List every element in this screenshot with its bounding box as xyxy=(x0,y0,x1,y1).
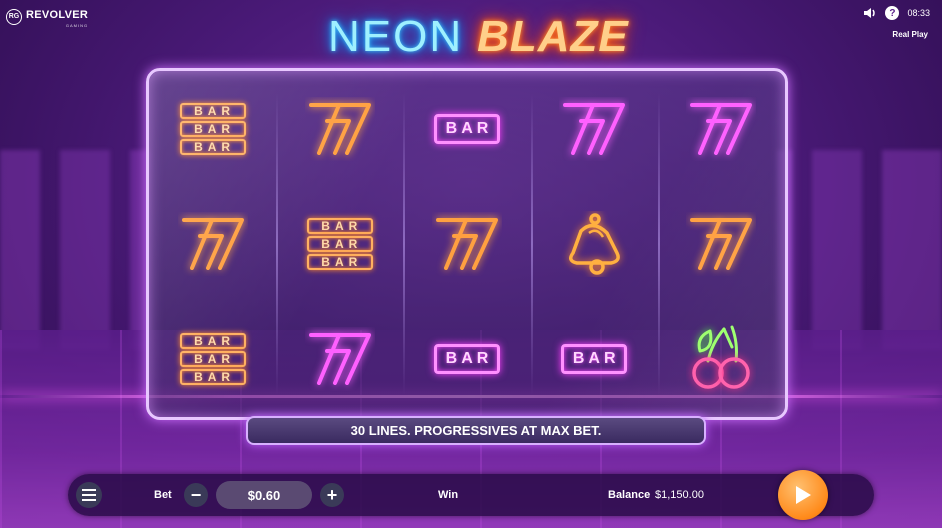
brand-name: REVOLVER xyxy=(26,9,89,21)
reel-4: BAR xyxy=(530,71,658,417)
orange-seven-symbol xyxy=(432,212,502,276)
reel-cell: BAR xyxy=(403,302,530,417)
play-icon xyxy=(796,486,811,504)
bar-text: BAR xyxy=(179,138,246,155)
bet-decrease-button[interactable]: − xyxy=(184,483,208,507)
reel-cell xyxy=(403,186,530,301)
play-mode-label: Real Play xyxy=(892,30,928,39)
game-title: NEON BLAZE xyxy=(328,12,629,62)
pink-seven-symbol xyxy=(305,327,375,391)
reel-5 xyxy=(657,71,785,417)
reel-cell xyxy=(658,71,785,186)
brand-sub: GAMING xyxy=(65,23,89,28)
spin-button[interactable] xyxy=(778,470,828,520)
bar-text: BAR xyxy=(179,102,246,119)
bet-value: $0.60 xyxy=(216,481,312,509)
bar-text: BAR xyxy=(306,235,373,252)
control-bar: Bet − $0.60 + Win Balance $1,150.00 xyxy=(68,470,874,520)
reel-3: BAR BAR xyxy=(403,71,530,417)
reel-1: BAR BAR BAR BAR BAR BAR xyxy=(149,71,276,417)
reel-cell xyxy=(531,186,658,301)
bar-text: BAR xyxy=(179,351,246,368)
bar-text: BAR xyxy=(306,253,373,270)
info-banner: 30 LINES. PROGRESSIVES AT MAX BET. xyxy=(246,416,706,445)
help-icon[interactable]: ? xyxy=(885,6,900,20)
reel-cell xyxy=(276,302,403,417)
reel-cell: BAR xyxy=(403,71,530,186)
speaker-icon[interactable] xyxy=(863,7,877,19)
reel-cell: BAR BAR BAR xyxy=(149,71,276,186)
reel-cell xyxy=(658,186,785,301)
cherry-symbol xyxy=(686,323,756,395)
single-bar-symbol: BAR xyxy=(434,113,500,144)
balance-label: Balance xyxy=(608,489,651,501)
bet-increase-button[interactable]: + xyxy=(320,483,344,507)
pink-seven-symbol xyxy=(686,97,756,161)
reel-cell: BAR BAR BAR xyxy=(276,186,403,301)
triple-bar-symbol: BAR BAR BAR xyxy=(306,217,373,270)
win-label: Win xyxy=(438,489,459,501)
orange-seven-symbol xyxy=(686,212,756,276)
bar-text: BAR xyxy=(179,369,246,386)
triple-bar-symbol: BAR BAR BAR xyxy=(179,333,246,386)
menu-button[interactable] xyxy=(76,482,102,508)
hamburger-icon xyxy=(82,489,96,501)
title-part-2: BLAZE xyxy=(477,12,629,61)
reel-cell xyxy=(531,71,658,186)
bar-text: BAR xyxy=(179,120,246,137)
reel-cell xyxy=(276,71,403,186)
pink-seven-symbol xyxy=(559,97,629,161)
brand-badge: RG xyxy=(6,8,22,25)
orange-seven-symbol xyxy=(305,97,375,161)
bar-text: BAR xyxy=(306,217,373,234)
reel-cell xyxy=(658,302,785,417)
balance-value: $1,150.00 xyxy=(655,489,704,501)
bar-text: BAR xyxy=(179,333,246,350)
reel-frame: BAR BAR BAR BAR BAR BAR BAR BAR BAR BAR BAR xyxy=(146,68,788,420)
reels-grid: BAR BAR BAR BAR BAR BAR BAR BAR BAR BAR BAR xyxy=(149,71,785,417)
reel-2: BAR BAR BAR xyxy=(276,71,403,417)
single-bar-symbol: BAR xyxy=(561,344,628,375)
reel-cell: BAR xyxy=(531,302,658,417)
reel-cell xyxy=(149,186,276,301)
brand-logo: RG REVOLVER GAMING xyxy=(6,5,88,28)
clock-time: 08:33 xyxy=(907,8,930,18)
bet-label: Bet xyxy=(154,489,172,501)
bell-symbol xyxy=(559,211,629,277)
title-part-1: NEON xyxy=(328,12,464,61)
reel-cell: BAR BAR BAR xyxy=(149,302,276,417)
single-bar-symbol: BAR xyxy=(434,344,500,375)
triple-bar-symbol: BAR BAR BAR xyxy=(179,102,246,155)
status-bar: ? 08:33 xyxy=(863,6,930,20)
orange-seven-symbol xyxy=(178,212,248,276)
